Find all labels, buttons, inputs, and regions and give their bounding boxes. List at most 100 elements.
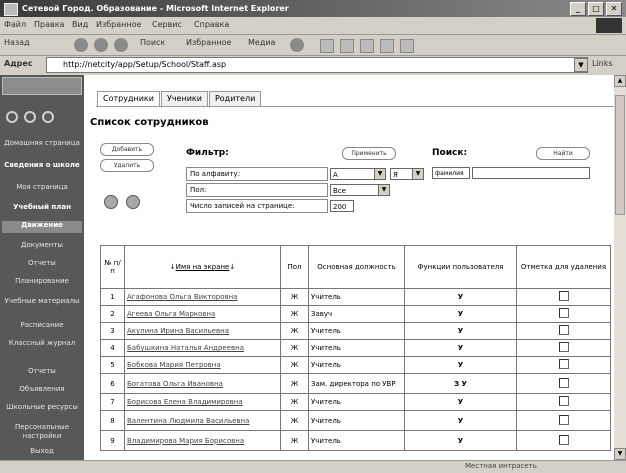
minimize-button[interactable]: _ (570, 2, 586, 16)
row-sex: Ж (280, 410, 309, 431)
media-button[interactable]: Медиа (248, 38, 275, 47)
sidebar-item-settings[interactable]: Персональные настройки (2, 423, 82, 441)
sidebar-item-documents[interactable]: Документы (2, 241, 82, 250)
delete-button[interactable]: Удалить (100, 159, 154, 172)
sidebar-item-school-info[interactable]: Сведения о школе (2, 161, 82, 170)
status-bar: Местная интрасеть (0, 460, 626, 473)
row-delete-cell (516, 305, 611, 323)
search-field-select[interactable]: фамилия (432, 167, 470, 179)
scroll-up-icon[interactable]: ▲ (614, 75, 626, 87)
dropdown-arrow-icon: ▼ (412, 169, 423, 179)
close-button[interactable]: ✕ (606, 2, 622, 16)
delete-checkbox[interactable] (558, 325, 569, 335)
menu-favorites[interactable]: Избранное (96, 20, 141, 29)
find-button[interactable]: Найти (536, 147, 590, 160)
sidebar-item-exit[interactable]: Выход (2, 447, 82, 456)
row-num: 6 (100, 373, 125, 394)
address-dropdown-icon[interactable]: ▼ (574, 58, 588, 72)
row-name-link[interactable]: Богатова Ольга Ивановна (124, 373, 281, 394)
col-header-name[interactable]: ↓Имя на экране↓ (124, 245, 281, 289)
alphabet-to-select[interactable]: Я ▼ (390, 168, 424, 180)
vertical-scrollbar[interactable]: ▲ ▼ (614, 75, 626, 460)
sort-down-icon: ↓ (229, 263, 236, 271)
sidebar-item-schedule[interactable]: Расписание (2, 321, 82, 330)
rows-per-page-input[interactable]: 200 (330, 200, 354, 212)
sidebar-item-materials[interactable]: Учебные материалы (2, 297, 82, 306)
row-name-link[interactable]: Акулина Ирина Васильевна (124, 322, 281, 340)
scroll-down-icon[interactable]: ▼ (614, 448, 626, 460)
row-name-link[interactable]: Бабушкина Наталья Андреевна (124, 339, 281, 357)
sidebar-item-resources[interactable]: Школьные ресурсы (2, 403, 82, 412)
delete-checkbox[interactable] (558, 414, 569, 425)
row-name-link[interactable]: Агеева Ольга Марковна (124, 305, 281, 323)
sidebar-item-planning[interactable]: Планирование (2, 277, 82, 286)
messenger-icon[interactable] (400, 39, 414, 53)
history-icon[interactable] (290, 38, 304, 52)
sidebar-item-curriculum[interactable]: Учебный план (2, 203, 82, 212)
scroll-thumb[interactable] (615, 95, 625, 215)
exit-nav-icon[interactable] (42, 111, 54, 123)
delete-checkbox[interactable] (558, 308, 569, 318)
links-button[interactable]: Links (592, 59, 613, 68)
table-row: 1 Агафонова Ольга Викторовна Ж Учитель У (100, 288, 611, 306)
sidebar-item-reports-2[interactable]: Отчеты (2, 367, 82, 376)
delete-checkbox[interactable] (558, 434, 569, 445)
row-delete-cell (516, 356, 611, 374)
row-position: Учитель (308, 410, 405, 431)
sidebar: Домашняя страница Сведения о школе Моя с… (0, 75, 84, 460)
row-delete-cell (516, 322, 611, 340)
sidebar-item-announcements[interactable]: Объявления (2, 385, 82, 394)
search-button[interactable]: Поиск (140, 38, 165, 47)
home-icon[interactable] (114, 38, 128, 52)
row-name-link[interactable]: Агафонова Ольга Викторовна (124, 288, 281, 306)
sidebar-item-movement[interactable]: Движение (2, 221, 82, 233)
delete-checkbox[interactable] (558, 359, 569, 369)
alphabet-from-select[interactable]: А ▼ (330, 168, 386, 180)
sidebar-item-reports[interactable]: Отчеты (2, 259, 82, 268)
stop-icon[interactable] (74, 38, 88, 52)
refresh-icon[interactable] (94, 38, 108, 52)
row-name-link[interactable]: Владимирова Мария Борисовна (124, 430, 281, 451)
print-icon[interactable] (104, 195, 118, 209)
delete-checkbox[interactable] (558, 377, 569, 388)
row-name-link[interactable]: Борисова Елена Владимировна (124, 393, 281, 411)
sex-filter-label: Пол: (186, 183, 328, 197)
print-icon[interactable] (340, 39, 354, 53)
page-viewport: Домашняя страница Сведения о школе Моя с… (0, 75, 614, 460)
help-nav-icon[interactable] (24, 111, 36, 123)
search-input[interactable] (472, 167, 590, 179)
maximize-button[interactable]: □ (588, 2, 604, 16)
row-position: Завуч (308, 305, 405, 323)
home-nav-icon[interactable] (6, 111, 18, 123)
favorites-button[interactable]: Избранное (186, 38, 231, 47)
row-num: 3 (100, 322, 125, 340)
mail-icon[interactable] (320, 39, 334, 53)
tab-students[interactable]: Ученики (160, 91, 208, 106)
sidebar-item-journal[interactable]: Классный журнал (2, 339, 82, 348)
delete-checkbox[interactable] (558, 342, 569, 352)
col-header-num: № п/п (100, 245, 125, 289)
delete-checkbox[interactable] (558, 396, 569, 406)
tab-parents[interactable]: Родители (208, 91, 262, 106)
delete-checkbox[interactable] (558, 291, 569, 301)
row-functions: У (404, 356, 517, 374)
row-name-link[interactable]: Валентина Людмила Васильевна (124, 410, 281, 431)
tab-staff[interactable]: Сотрудники (97, 91, 160, 106)
add-button[interactable]: Добавить (100, 143, 154, 156)
row-name-link[interactable]: Бобкова Мария Петровна (124, 356, 281, 374)
site-logo (2, 77, 82, 95)
export-icon[interactable] (126, 195, 140, 209)
sidebar-item-home[interactable]: Домашняя страница (2, 139, 82, 148)
sidebar-item-my-page[interactable]: Моя страница (2, 183, 82, 192)
menu-file[interactable]: Файл (4, 20, 26, 29)
back-button[interactable]: Назад (4, 38, 30, 47)
apply-button[interactable]: Применить (342, 147, 396, 160)
address-input[interactable]: http://netcity/app/Setup/School/Staff.as… (46, 57, 588, 73)
menu-edit[interactable]: Правка (34, 20, 64, 29)
edit-icon[interactable] (360, 39, 374, 53)
discuss-icon[interactable] (380, 39, 394, 53)
menu-view[interactable]: Вид (72, 20, 88, 29)
menu-help[interactable]: Справка (194, 20, 229, 29)
sex-select[interactable]: Все ▼ (330, 184, 390, 196)
menu-tools[interactable]: Сервис (152, 20, 182, 29)
